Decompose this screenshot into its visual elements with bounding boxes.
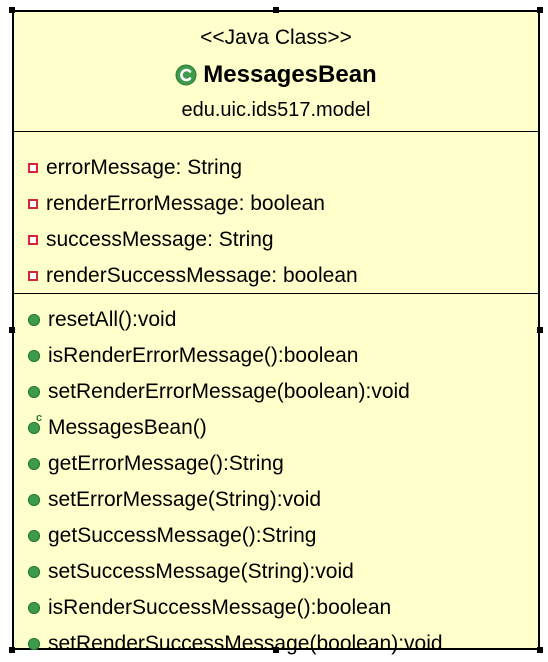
attribute-row[interactable]: renderSuccessMessage: boolean	[28, 258, 358, 294]
operation-row[interactable]: isRenderErrorMessage():boolean	[28, 338, 358, 374]
public-method-icon	[28, 566, 40, 578]
attributes-compartment: errorMessage: String renderErrorMessage:…	[14, 132, 538, 294]
operation-label: isRenderSuccessMessage():boolean	[48, 596, 392, 619]
attribute-row[interactable]: successMessage: String	[28, 222, 274, 258]
resize-handle-top-right[interactable]	[537, 7, 543, 13]
resize-handle-bottom-left[interactable]	[9, 647, 15, 653]
operation-label: setRenderErrorMessage(boolean):void	[48, 380, 410, 403]
resize-handle-bottom-right[interactable]	[537, 647, 543, 653]
class-name: MessagesBean	[203, 61, 377, 88]
operations-compartment: resetAll():void isRenderErrorMessage():b…	[14, 294, 538, 655]
private-field-icon	[28, 271, 38, 281]
operation-row[interactable]: setSuccessMessage(String):void	[28, 554, 354, 590]
class-icon	[175, 64, 197, 86]
attribute-row[interactable]: errorMessage: String	[28, 150, 242, 186]
attribute-label: renderSuccessMessage: boolean	[46, 264, 358, 287]
operation-row[interactable]: setErrorMessage(String):void	[28, 482, 321, 518]
operation-row[interactable]: c MessagesBean()	[28, 410, 207, 446]
operation-label: MessagesBean()	[48, 416, 207, 439]
operation-label: getSuccessMessage():String	[48, 524, 317, 547]
package-name: edu.uic.ids517.model	[181, 99, 371, 121]
stereotype-label: <<Java Class>>	[200, 26, 352, 49]
attribute-label: errorMessage: String	[46, 156, 243, 179]
uml-class-box[interactable]: <<Java Class>> MessagesBean edu.uic.ids5…	[12, 10, 540, 655]
operation-row[interactable]: getSuccessMessage():String	[28, 518, 316, 554]
resize-handle-top[interactable]	[273, 7, 279, 13]
public-method-icon	[28, 350, 40, 362]
operation-label: isRenderErrorMessage():boolean	[48, 344, 359, 367]
constructor-marker: c	[36, 412, 43, 424]
operation-label: setErrorMessage(String):void	[48, 488, 322, 511]
class-header: <<Java Class>> MessagesBean edu.uic.ids5…	[14, 12, 538, 132]
class-name-row: MessagesBean	[14, 60, 538, 90]
operation-row[interactable]: isRenderSuccessMessage():boolean	[28, 590, 391, 626]
public-method-icon	[28, 638, 40, 650]
operation-row[interactable]: setRenderSuccessMessage(boolean):void	[28, 626, 443, 662]
resize-handle-right[interactable]	[537, 327, 543, 333]
resize-handle-bottom[interactable]	[273, 647, 279, 653]
constructor-icon: c	[28, 412, 42, 434]
attribute-label: renderErrorMessage: boolean	[46, 192, 325, 215]
private-field-icon	[28, 163, 38, 173]
resize-handle-top-left[interactable]	[9, 7, 15, 13]
private-field-icon	[28, 235, 38, 245]
public-method-icon	[28, 458, 40, 470]
public-method-icon	[28, 530, 40, 542]
public-method-icon	[28, 314, 40, 326]
operation-row[interactable]: getErrorMessage():String	[28, 446, 284, 482]
private-field-icon	[28, 199, 38, 209]
public-method-icon	[28, 386, 40, 398]
operation-row[interactable]: setRenderErrorMessage(boolean):void	[28, 374, 410, 410]
operation-label: getErrorMessage():String	[48, 452, 284, 475]
operation-label: setSuccessMessage(String):void	[48, 560, 354, 583]
operation-label: resetAll():void	[48, 308, 177, 331]
resize-handle-left[interactable]	[9, 327, 15, 333]
operation-label: setRenderSuccessMessage(boolean):void	[48, 632, 443, 655]
attribute-row[interactable]: renderErrorMessage: boolean	[28, 186, 325, 222]
attribute-label: successMessage: String	[46, 228, 274, 251]
operation-row[interactable]: resetAll():void	[28, 302, 176, 338]
public-method-icon	[28, 494, 40, 506]
public-method-icon	[28, 602, 40, 614]
